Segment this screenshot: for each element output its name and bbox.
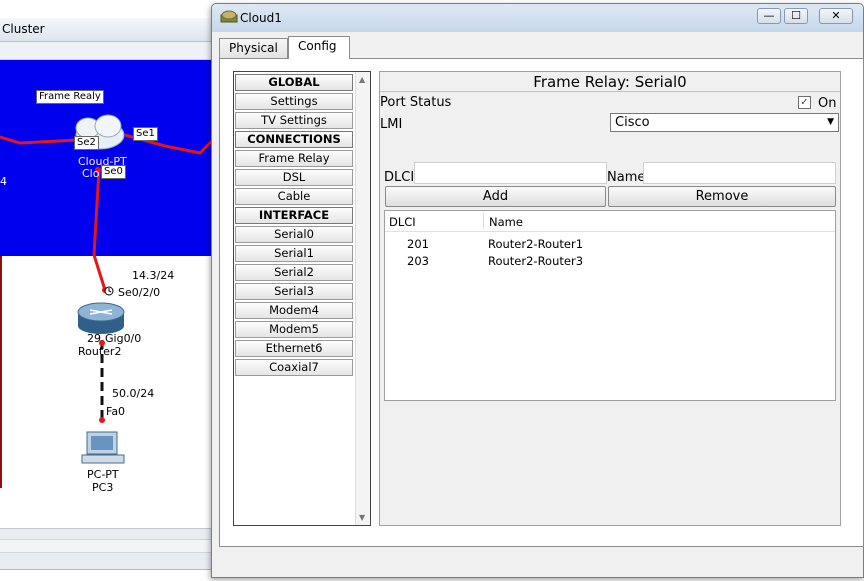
nav-item-serial1[interactable]: Serial1 xyxy=(235,245,353,262)
column-header-dlci[interactable]: DLCI xyxy=(389,215,416,229)
frame-relay-panel: Frame Relay: Serial0 Port Status ✓ On LM… xyxy=(379,71,841,526)
nav-item-dsl[interactable]: DSL xyxy=(235,169,353,186)
name-input[interactable] xyxy=(643,162,836,184)
config-nav-list: GLOBAL Settings TV Settings CONNECTIONS Fram… xyxy=(233,71,371,526)
scroll-up-icon[interactable]: ▲ xyxy=(359,75,365,84)
pc-name-label: PC3 xyxy=(92,481,114,494)
nav-item-cable[interactable]: Cable xyxy=(235,188,353,205)
lmi-selected-value: Cisco xyxy=(615,115,650,130)
lmi-select[interactable]: Cisco ▼ xyxy=(610,113,839,132)
tab-config[interactable]: Config xyxy=(288,36,350,59)
chevron-down-icon: ▼ xyxy=(827,117,834,127)
cloud-app-icon xyxy=(220,10,238,23)
router-gig-port-label: Gig0/0 xyxy=(105,332,142,345)
nav-section-interface: INTERFACE xyxy=(235,207,353,224)
table-row[interactable]: 203 Router2-Router3 xyxy=(385,252,835,268)
left-edge-label: 4 xyxy=(0,175,7,188)
table-header: DLCI Name xyxy=(385,211,835,232)
add-button[interactable]: Add xyxy=(385,186,606,207)
port-status-on-label: On xyxy=(818,96,837,111)
link-cloud-left[interactable] xyxy=(0,135,79,145)
router-serial-port-label: Se0/2/0 xyxy=(118,286,161,299)
workspace-horizontal-scrollbar[interactable] xyxy=(0,539,220,553)
link-cloud-router[interactable] xyxy=(92,169,107,291)
port-status-label: Port Status xyxy=(380,95,452,110)
scroll-down-icon[interactable]: ▼ xyxy=(359,513,365,522)
clock-icon xyxy=(104,286,114,296)
minimize-button[interactable]: — xyxy=(757,8,781,24)
pc-model-label: PC-PT xyxy=(87,468,119,481)
cell-name: Router2-Router3 xyxy=(488,254,584,268)
router-icon[interactable] xyxy=(77,302,125,334)
nav-section-connections: CONNECTIONS xyxy=(235,131,353,148)
workspace-bottom-tabs xyxy=(0,569,220,581)
nav-item-modem5[interactable]: Modem5 xyxy=(235,321,353,338)
name-label: Name xyxy=(607,170,646,185)
maximize-button[interactable]: ☐ xyxy=(784,8,808,24)
pc-icon[interactable] xyxy=(81,431,125,464)
close-button[interactable]: ✕ xyxy=(819,8,853,24)
cloud-name-label: Clo xyxy=(82,167,100,180)
cell-dlci: 201 xyxy=(407,237,429,251)
nav-item-coaxial7[interactable]: Coaxial7 xyxy=(235,359,353,376)
port-label-se2: Se2 xyxy=(74,136,99,150)
router-name-label: Router2 xyxy=(78,345,122,358)
cloud-description-label: Frame Realy xyxy=(36,90,104,104)
pc-port-label: Fa0 xyxy=(106,405,126,418)
dlci-table: DLCI Name 201 Router2-Router1 203 Router2-R… xyxy=(384,210,836,401)
port-status-checkbox[interactable]: ✓ xyxy=(798,96,811,109)
cloud-config-dialog: Cloud1 — ☐ ✕ Physical Config GLOBAL Setti… xyxy=(211,3,864,578)
dlci-input[interactable] xyxy=(414,162,607,184)
nav-item-serial2[interactable]: Serial2 xyxy=(235,264,353,281)
router-model-label: 29 xyxy=(87,332,101,345)
panel-title: Frame Relay: Serial0 xyxy=(380,72,840,92)
router-link-ip-label: 14.3/24 xyxy=(132,269,175,282)
config-tab-content: GLOBAL Settings TV Settings CONNECTIONS Fram… xyxy=(219,58,864,547)
nav-item-serial0[interactable]: Serial0 xyxy=(235,226,353,243)
port-label-se1: Se1 xyxy=(133,127,158,141)
dialog-title: Cloud1 xyxy=(240,11,282,25)
nav-item-tv-settings[interactable]: TV Settings xyxy=(235,112,353,129)
tab-physical[interactable]: Physical xyxy=(219,38,288,58)
nav-item-frame-relay[interactable]: Frame Relay xyxy=(235,150,353,167)
lmi-label: LMI xyxy=(380,117,403,132)
remove-button[interactable]: Remove xyxy=(608,186,836,207)
workspace-bottom-bar xyxy=(0,528,220,581)
column-divider xyxy=(483,213,484,229)
lan-ip-label: 50.0/24 xyxy=(112,387,155,400)
nav-section-global: GLOBAL xyxy=(235,74,353,91)
config-nav-items: GLOBAL Settings TV Settings CONNECTIONS Fram… xyxy=(234,72,354,525)
nav-item-serial3[interactable]: Serial3 xyxy=(235,283,353,300)
nav-item-modem4[interactable]: Modem4 xyxy=(235,302,353,319)
column-header-name[interactable]: Name xyxy=(489,215,523,229)
table-row[interactable]: 201 Router2-Router1 xyxy=(385,235,835,251)
link-endpoint xyxy=(99,417,105,423)
dialog-titlebar[interactable]: Cloud1 — ☐ ✕ xyxy=(212,4,863,32)
nav-item-ethernet6[interactable]: Ethernet6 xyxy=(235,340,353,357)
dlci-label: DLCI xyxy=(384,170,415,185)
cell-name: Router2-Router1 xyxy=(488,237,584,251)
nav-item-settings[interactable]: Settings xyxy=(235,93,353,110)
cell-dlci: 203 xyxy=(407,254,429,268)
nav-vertical-scrollbar[interactable]: ▲ ▼ xyxy=(355,72,370,525)
